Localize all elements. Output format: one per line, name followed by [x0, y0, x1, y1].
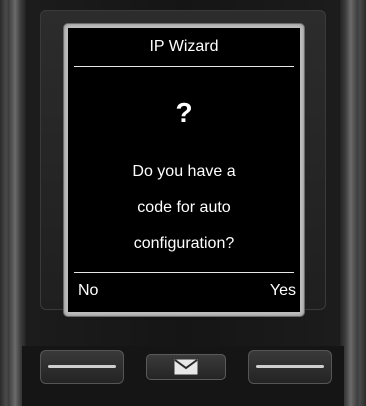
prompt-message: Do you have a code for auto configuratio… [68, 154, 300, 262]
envelope-icon [174, 359, 198, 375]
question-mark-icon: ? [175, 97, 193, 128]
display-screen: IP Wizard ? Do you have a code for auto … [68, 28, 300, 312]
keypad-top-row [0, 336, 366, 406]
screen-title: IP Wizard [149, 38, 219, 55]
prompt-line-1: Do you have a [132, 163, 236, 180]
softkey-no[interactable]: No [78, 276, 98, 306]
phone-handset: IP Wizard ? Do you have a code for auto … [0, 0, 366, 406]
right-softkey-bar [256, 365, 324, 368]
right-softkey-button[interactable] [248, 350, 332, 384]
prompt-line-2: code for auto [137, 199, 231, 216]
title-divider [74, 66, 294, 67]
softkey-divider [74, 272, 294, 273]
prompt-line-3: configuration? [133, 235, 235, 252]
left-softkey-button[interactable] [40, 350, 124, 384]
softkey-yes[interactable]: Yes [270, 276, 296, 306]
left-softkey-bar [48, 365, 116, 368]
message-key[interactable] [146, 354, 226, 380]
